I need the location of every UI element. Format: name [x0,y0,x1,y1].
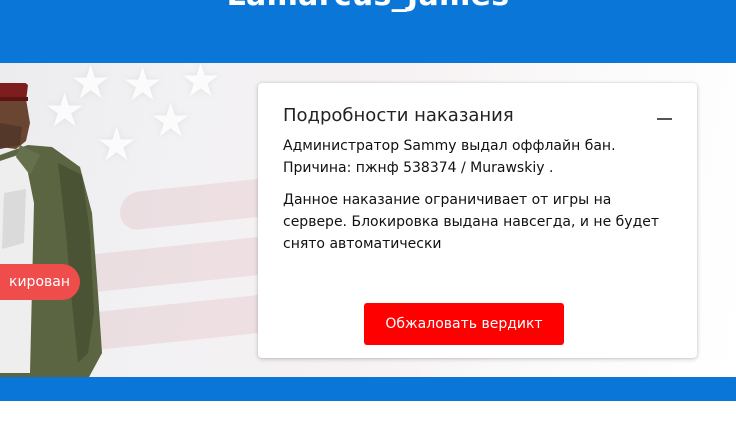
ban-status-badge: кирован [0,264,80,300]
appeal-verdict-button[interactable]: Обжаловать вердикт [364,303,564,345]
admin-line: Администратор Sammy выдал оффлайн бан. [283,138,616,154]
card-title: Подробности наказания [283,105,514,126]
minus-icon[interactable] [657,118,672,120]
header-bar: Lamarcus_James [0,0,736,63]
punishment-info: Администратор Sammy выдал оффлайн бан. П… [283,135,678,179]
player-name: Lamarcus_James [0,0,736,13]
punishment-details-card: Подробности наказания Администратор Samm… [258,83,697,358]
punishment-description: Данное наказание ограничивает от игры на… [283,192,660,252]
player-skin-image [0,83,102,377]
footer-bar [0,377,736,401]
flag-stripe [120,176,280,232]
banner: ★ ★ ★ ★ ★ ★ кирован Подробности наказани… [0,63,736,377]
reason-line: Причина: пжнф 538374 / Murawskiy . [283,160,554,176]
star-icon: ★ [180,63,222,107]
